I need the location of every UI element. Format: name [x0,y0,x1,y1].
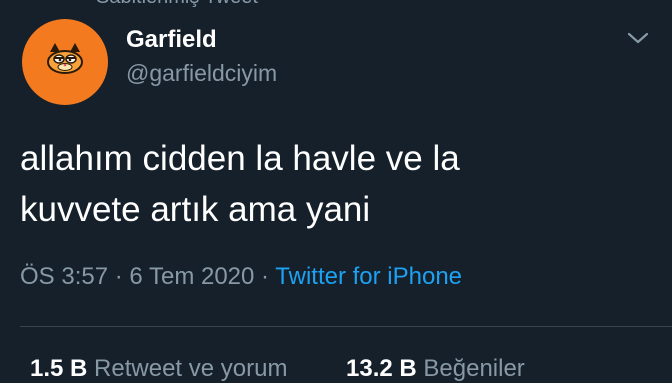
tweet-text: allahım cidden la havle ve la kuvvete ar… [20,133,640,235]
more-options-button[interactable] [624,28,652,48]
meta-separator: · [108,263,130,290]
tweet-source-link[interactable]: Twitter for iPhone [275,263,462,290]
user-handle[interactable]: @garfieldciyim [126,60,277,87]
tweet-date[interactable]: 6 Tem 2020 [129,263,254,290]
tweet-text-line: kuvvete artık ama yani [20,190,371,229]
garfield-avatar-icon [47,43,83,74]
tweet-time[interactable]: ÖS 3:57 [20,263,108,290]
avatar[interactable] [22,19,108,105]
tweet-stats: 1.5 B Retweet ve yorum 13.2 B Beğeniler [30,355,525,383]
pinned-tweet-label: Sabitlenmiş Tweet [96,0,258,9]
tweet-text-line: allahım cidden la havle ve la [20,139,460,178]
display-name[interactable]: Garfield [126,26,217,54]
tweet-meta: ÖS 3:57 · 6 Tem 2020 · Twitter for iPhon… [20,263,462,291]
meta-separator: · [254,263,276,290]
chevron-down-icon [627,32,649,44]
divider [20,326,672,327]
likes-stat[interactable]: 13.2 B Beğeniler [346,355,525,383]
